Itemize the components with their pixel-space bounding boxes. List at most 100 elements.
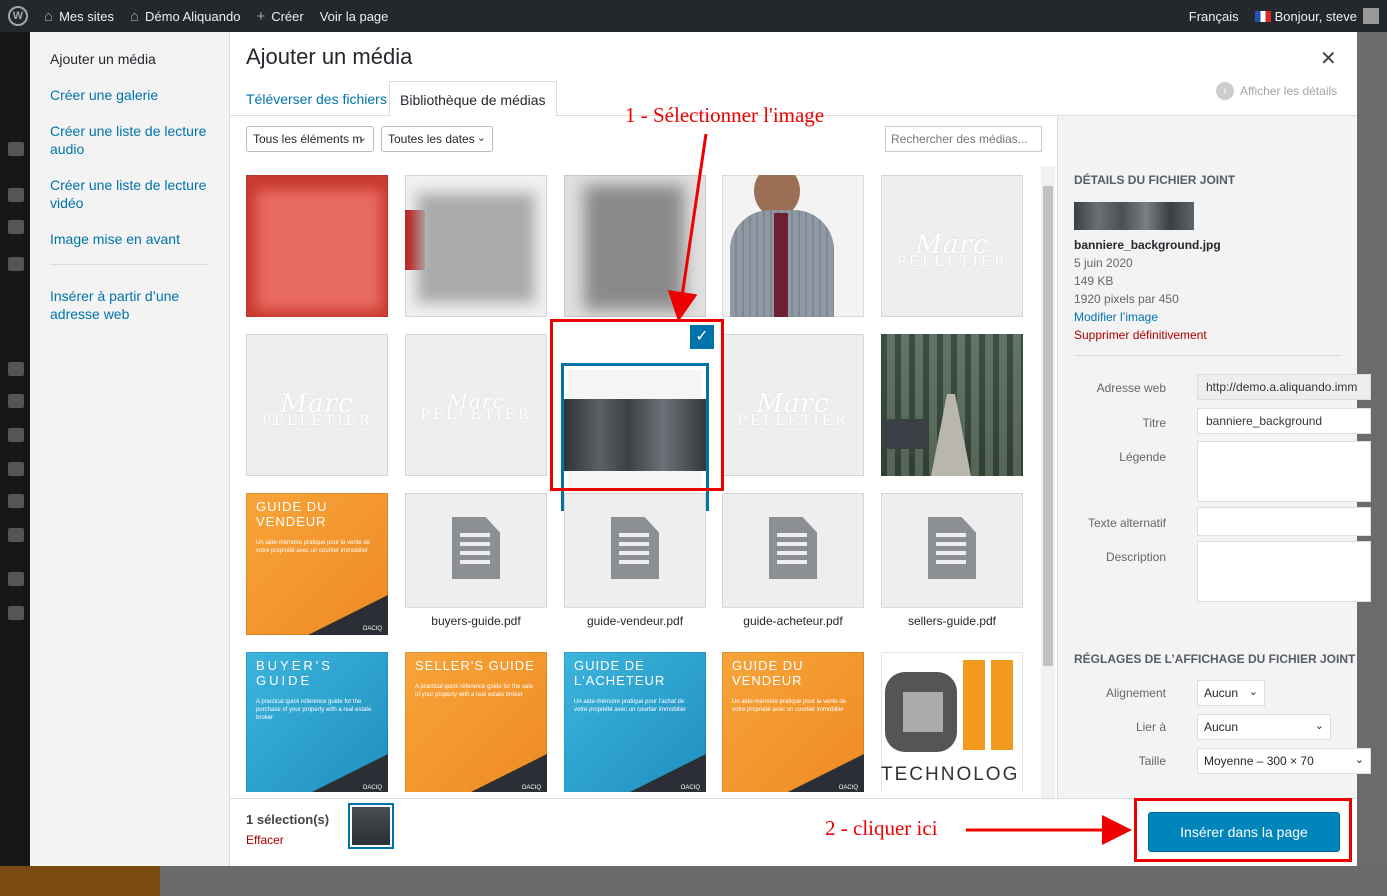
attachment-filename: guide-acheteur.pdf xyxy=(722,607,864,635)
site-name-link[interactable]: ⌂ Démo Aliquando xyxy=(122,0,248,32)
settings-icon xyxy=(8,606,24,620)
attachment-thumbnail[interactable]: SELLER'S GUIDE A practical quick referenc… xyxy=(405,652,547,792)
attachment-file[interactable]: guide-acheteur.pdf xyxy=(722,493,864,635)
alt-text-field[interactable] xyxy=(1197,507,1371,536)
backdrop-page xyxy=(160,866,1387,896)
view-page-label: Voir la page xyxy=(319,8,389,24)
menu-create-video-playlist[interactable]: Créer une liste de lecture vidéo xyxy=(30,174,229,214)
menu-add-media[interactable]: Ajouter un média xyxy=(30,48,229,70)
view-page-link[interactable]: Voir la page xyxy=(312,0,397,32)
guide-cover: BUYER'S GUIDE A practical quick reference… xyxy=(246,652,388,728)
attachment-thumbnail[interactable] xyxy=(405,175,547,317)
portrait-shirt xyxy=(774,213,788,317)
alignment-select[interactable]: Aucun ⌄ xyxy=(1197,680,1265,706)
filter-date-select[interactable]: Toutes les dates ⌄ xyxy=(381,126,493,152)
logo-watermark: Marc PELLETIER xyxy=(246,389,388,429)
edit-image-link[interactable]: Modifier l’image xyxy=(1074,308,1221,326)
size-select[interactable]: Moyenne – 300 × 70 ⌄ xyxy=(1197,748,1371,774)
document-icon xyxy=(769,517,817,579)
site-name-label: Démo Aliquando xyxy=(145,8,241,24)
guide-corner: OACIQ xyxy=(467,754,547,792)
attachment-thumbnail[interactable]: TECHNOLOG xyxy=(881,652,1023,792)
selection-thumbnail[interactable] xyxy=(348,803,394,849)
menu-insert-from-url[interactable]: Insérer à partir d’une adresse web xyxy=(30,285,229,325)
description-field[interactable] xyxy=(1197,541,1371,602)
attachment-thumbnail[interactable]: Marc PELLETIER xyxy=(246,334,388,476)
logo-watermark: Marc PELLETIER xyxy=(722,389,864,429)
guide-corner: OACIQ xyxy=(784,754,864,792)
title-label: Titre xyxy=(1142,416,1166,430)
tab-media-library[interactable]: Bibliothèque de médias xyxy=(389,81,557,117)
modal-title: Ajouter un média xyxy=(246,44,413,69)
tab-upload-files[interactable]: Téléverser des fichiers xyxy=(236,81,397,117)
wp-logo-button[interactable]: W xyxy=(0,0,36,32)
logo-subtext: PELLETIER xyxy=(896,254,1008,270)
delete-permanently-link[interactable]: Supprimer définitivement xyxy=(1074,326,1221,344)
attachment-thumbnail[interactable] xyxy=(722,175,864,317)
menu-featured-image[interactable]: Image mise en avant xyxy=(30,228,229,250)
guide-corner: OACIQ xyxy=(626,754,706,792)
attachment-file[interactable]: guide-vendeur.pdf xyxy=(564,493,706,635)
logo-watermark: Marc PELLETIER xyxy=(405,389,547,423)
avatar xyxy=(1363,8,1379,24)
size-label: Taille xyxy=(1138,754,1166,768)
link-to-select[interactable]: Aucun ⌄ xyxy=(1197,714,1331,740)
check-icon[interactable]: ✓ xyxy=(689,324,715,350)
language-switcher[interactable]: Français xyxy=(1181,0,1247,32)
video-icon xyxy=(8,528,24,542)
attachment-thumbnail[interactable]: Marc PELLETIER xyxy=(722,334,864,476)
users-group-icon xyxy=(8,394,24,408)
close-icon[interactable]: ✕ xyxy=(1320,46,1337,71)
user-icon xyxy=(8,572,24,586)
details-separator xyxy=(1074,355,1341,356)
attachment-thumbnail[interactable] xyxy=(881,334,1023,476)
my-sites-link[interactable]: ⌂ Mes sites xyxy=(36,0,122,32)
chevron-down-icon: ⌄ xyxy=(357,132,367,144)
account-menu[interactable]: Bonjour, steve xyxy=(1247,0,1387,32)
attachment-details-sidebar: Détails du fichier joint banniere_backgr… xyxy=(1057,116,1371,798)
chevron-down-icon: ⌄ xyxy=(476,132,486,144)
grid-scrollbar[interactable] xyxy=(1041,166,1055,802)
attachment-thumbnail[interactable]: GUIDE DU VENDEUR Un aide-mémoire pratique… xyxy=(246,493,388,635)
guide-cover: SELLER'S GUIDE A practical quick referenc… xyxy=(405,652,547,705)
wordpress-icon: W xyxy=(8,6,28,26)
search-input[interactable]: Rechercher des médias... xyxy=(885,126,1042,152)
menu-create-gallery[interactable]: Créer une galerie xyxy=(30,84,229,106)
chevron-down-icon: ⌄ xyxy=(1354,754,1364,766)
new-content-link[interactable]: + Créer xyxy=(248,0,311,32)
alt-text-label: Texte alternatif xyxy=(1087,516,1166,530)
scrollbar-thumb[interactable] xyxy=(1043,186,1053,666)
attachment-file[interactable]: sellers-guide.pdf xyxy=(881,493,1023,635)
guide-subtitle: Un aide-mémoire pratique pour la vente d… xyxy=(732,699,847,713)
attachment-thumbnail[interactable]: Marc PELLETIER xyxy=(881,175,1023,317)
attachment-thumbnail[interactable]: GUIDE DE L'ACHETEUR Un aide-mémoire prati… xyxy=(564,652,706,792)
dashboard-icon xyxy=(8,142,24,156)
alignment-value: Aucun xyxy=(1204,686,1239,700)
link-to-value: Aucun xyxy=(1204,720,1239,734)
url-field[interactable]: http://demo.a.aliquando.imm xyxy=(1197,374,1371,400)
media-modal: Ajouter un média Créer une galerie Créer… xyxy=(30,32,1371,866)
title-field[interactable]: banniere_background xyxy=(1197,408,1371,434)
guide-subtitle: A practical quick reference guide for th… xyxy=(256,699,372,721)
attachment-file[interactable]: buyers-guide.pdf xyxy=(405,493,547,635)
clear-selection-link[interactable]: Effacer xyxy=(246,833,284,847)
attachment-thumbnail[interactable] xyxy=(564,175,706,317)
size-value: Moyenne – 300 × 70 xyxy=(1204,754,1314,768)
attachment-thumbnail[interactable]: GUIDE DU VENDEUR Un aide-mémoire pratique… xyxy=(722,652,864,792)
media-menu: Ajouter un média Créer une galerie Créer… xyxy=(30,32,230,866)
attachment-thumbnail[interactable]: Marc PELLETIER xyxy=(405,334,547,476)
insert-into-page-button[interactable]: Insérer dans la page xyxy=(1148,812,1340,852)
link-to-label: Lier à xyxy=(1135,720,1166,734)
attachment-thumbnail[interactable] xyxy=(246,175,388,317)
show-details-link[interactable]: ‹ Afficher les détails xyxy=(1216,82,1337,100)
details-heading: Détails du fichier joint xyxy=(1074,173,1236,187)
media-icon xyxy=(8,220,24,234)
details-date: 5 juin 2020 xyxy=(1074,256,1133,270)
attachment-thumbnail[interactable]: BUYER'S GUIDE A practical quick reference… xyxy=(246,652,388,792)
details-filesize: 149 KB xyxy=(1074,274,1114,288)
admin-menu-backdrop xyxy=(0,32,30,896)
filter-type-select[interactable]: Tous les éléments m ⌄ xyxy=(246,126,374,152)
caption-field[interactable] xyxy=(1197,441,1371,502)
jeep-shape xyxy=(885,419,927,449)
menu-create-audio-playlist[interactable]: Créer une liste de lecture audio xyxy=(30,120,229,160)
